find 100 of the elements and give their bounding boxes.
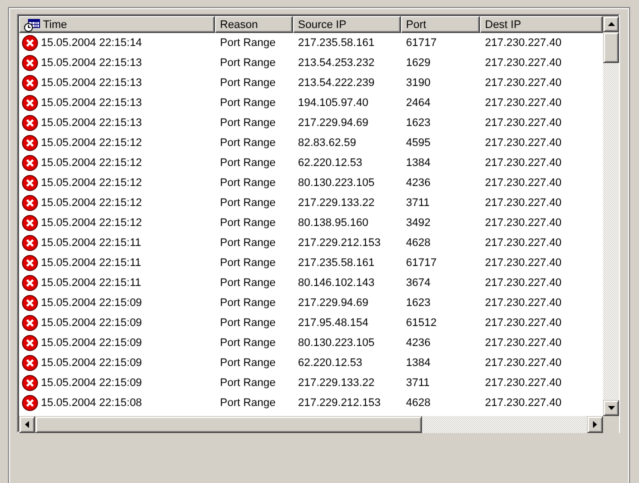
table-cell-text: 80.146.102.143 <box>297 277 376 289</box>
table-cell-text: 80.130.223.105 <box>297 337 376 349</box>
table-cell-text: Port Range <box>219 217 277 229</box>
table-cell-text: 217.230.227.40 <box>484 397 562 409</box>
table-cell: 15.05.2004 22:15:09 <box>41 297 142 309</box>
column-header[interactable]: Reason <box>215 16 293 33</box>
calendar-clock-icon <box>24 18 40 32</box>
error-icon <box>22 235 38 251</box>
table-cell-text: Port Range <box>219 117 277 129</box>
table-cell-text: 217.230.227.40 <box>484 137 562 149</box>
table-cell-text: Port Range <box>219 137 277 149</box>
error-icon <box>22 115 38 131</box>
table-cell-text: 217.229.212.153 <box>297 397 382 409</box>
table-cell-text: 217.230.227.40 <box>484 297 562 309</box>
table-cell-text: 217.230.227.40 <box>484 117 562 129</box>
table-cell-text: 217.229.133.22 <box>297 197 376 209</box>
table-cell-text: Port Range <box>219 297 277 309</box>
table-cell-text: 2464 <box>405 97 432 109</box>
scroll-up-button[interactable] <box>603 16 619 32</box>
table-cell: 15.05.2004 22:15:09 <box>41 337 142 349</box>
table-cell-text: Port Range <box>219 157 277 169</box>
table-cell-text: 213.54.222.239 <box>297 77 376 89</box>
down-arrow-icon <box>608 406 614 410</box>
table-cell-text: 217.230.227.40 <box>484 37 562 49</box>
table-cell-text: 217.229.133.22 <box>297 377 376 389</box>
table-cell-text: 217.230.227.40 <box>484 177 562 189</box>
error-icon <box>22 35 38 51</box>
table-cell-text: 217.230.227.40 <box>484 237 562 249</box>
table-cell: 15.05.2004 22:15:09 <box>41 317 142 329</box>
vertical-scrollbar[interactable] <box>603 16 619 416</box>
table-cell-text: 217.235.58.161 <box>297 37 376 49</box>
table-cell-text: Port Range <box>219 397 277 409</box>
table-cell-text: 3711 <box>405 377 431 389</box>
table-cell-text: 217.230.227.40 <box>484 97 562 109</box>
table-cell-text: 217.229.94.69 <box>297 117 370 129</box>
error-icon <box>22 75 38 91</box>
table-cell: 15.05.2004 22:15:08 <box>41 397 142 409</box>
scroll-left-button[interactable] <box>19 416 35 433</box>
table-cell-text: 4236 <box>405 337 432 349</box>
table-cell-text: Port Range <box>219 317 277 329</box>
table-cell-text: 82.83.62.59 <box>297 137 358 149</box>
table-cell-text: 80.138.95.160 <box>297 217 370 229</box>
table-cell-text: 4595 <box>405 137 432 149</box>
error-icon <box>22 355 38 371</box>
scrollbar-corner <box>603 416 619 433</box>
table-cell-text: 1629 <box>405 57 432 69</box>
column-header[interactable]: Time <box>19 16 215 33</box>
table-cell-text: Port Range <box>219 377 277 389</box>
table-cell: 15.05.2004 22:15:12 <box>41 177 142 189</box>
table-cell: 15.05.2004 22:15:14 <box>41 37 142 49</box>
table-cell: 15.05.2004 22:15:13 <box>41 77 142 89</box>
table-cell-text: 62.220.12.53 <box>297 357 364 369</box>
table-cell-text: Port Range <box>219 237 277 249</box>
table-cell-text: 3711 <box>405 197 431 209</box>
table-cell-text: 217.230.227.40 <box>484 77 562 89</box>
column-header[interactable]: Port <box>401 16 480 33</box>
table-cell-text: 217.235.58.161 <box>297 257 376 269</box>
table-cell-text: 61512 <box>405 317 438 329</box>
error-icon <box>22 375 38 391</box>
table-cell-text: 1384 <box>405 157 432 169</box>
table-cell-text: Port Range <box>219 77 277 89</box>
horizontal-scrollbar[interactable] <box>19 416 603 433</box>
table-cell-text: 217.230.227.40 <box>484 197 562 209</box>
table-cell-text: 1623 <box>405 297 432 309</box>
column-header[interactable]: Dest IP <box>480 16 603 33</box>
scroll-right-button[interactable] <box>587 416 603 433</box>
table-cell-text: 3674 <box>405 277 432 289</box>
table-cell: 15.05.2004 22:15:12 <box>41 197 142 209</box>
error-icon <box>22 55 38 71</box>
scroll-down-button[interactable] <box>603 400 619 416</box>
table-cell-text: Port Range <box>219 37 277 49</box>
table-cell-text: Port Range <box>219 177 277 189</box>
table-cell-text: 217.230.227.40 <box>484 57 562 69</box>
up-arrow-icon <box>608 22 614 26</box>
error-icon <box>22 215 38 231</box>
error-icon <box>22 155 38 171</box>
table-cell-text: 3190 <box>405 77 432 89</box>
table-cell: 15.05.2004 22:15:12 <box>41 217 142 229</box>
table-cell-text: 217.230.227.40 <box>484 337 562 349</box>
table-cell-text: Port Range <box>219 57 277 69</box>
table-cell: 15.05.2004 22:15:09 <box>41 357 142 369</box>
error-icon <box>22 275 38 291</box>
table-cell-text: 1623 <box>405 117 432 129</box>
table-cell-text: 1384 <box>405 357 432 369</box>
table-cell-text: Port Range <box>219 277 277 289</box>
table-cell-text: 217.230.227.40 <box>484 257 562 269</box>
table-cell: 15.05.2004 22:15:13 <box>41 117 142 129</box>
table-cell: 15.05.2004 22:15:13 <box>41 57 142 69</box>
table-cell-text: 217.95.48.154 <box>297 317 370 329</box>
table-cell-text: 4628 <box>405 237 432 249</box>
error-icon <box>22 335 38 351</box>
table-cell-text: 80.130.223.105 <box>297 177 376 189</box>
column-header[interactable]: Source IP <box>293 16 401 33</box>
table-cell-text: Port Range <box>219 357 277 369</box>
scroll-thumb[interactable] <box>603 32 619 63</box>
table-cell-text: 62.220.12.53 <box>297 157 364 169</box>
table-cell-text: 4628 <box>405 397 432 409</box>
table-cell: 15.05.2004 22:15:13 <box>41 97 142 109</box>
table-cell: 15.05.2004 22:15:11 <box>41 277 142 289</box>
scroll-thumb[interactable] <box>35 416 422 433</box>
